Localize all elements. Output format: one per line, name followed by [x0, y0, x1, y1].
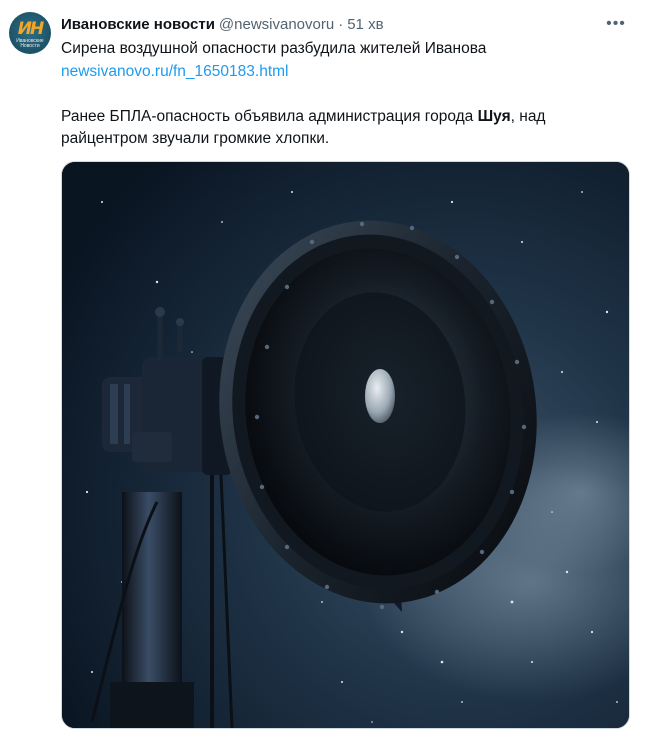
tweet[interactable]: ИН Ивановские Новости Ивановские новости… — [0, 0, 651, 740]
separator-dot: · — [338, 15, 344, 33]
avatar-logo: ИН — [17, 19, 44, 39]
more-options-icon[interactable]: ••• — [605, 13, 627, 35]
paragraph2-start: Ранее БПЛА-опасность объявила администра… — [61, 107, 478, 125]
city-name-bold: Шуя — [477, 107, 511, 125]
author-name[interactable]: Ивановские новости — [61, 16, 215, 33]
article-link[interactable]: newsivanovo.ru/fn_1650183.html — [61, 63, 288, 80]
author-handle[interactable]: @newsivanovoru — [219, 16, 334, 33]
avatar-logo-subtitle: Ивановские Новости — [16, 38, 44, 49]
tweet-text-paragraph2: Ранее БПЛА-опасность объявила администра… — [61, 106, 631, 151]
tweet-text: Сирена воздушной опасности разбудила жит… — [61, 38, 631, 151]
tweet-header: Ивановские новости @newsivanovoru · 51 х… — [61, 13, 384, 35]
avatar[interactable]: ИН Ивановские Новости — [9, 12, 51, 54]
tweet-timestamp[interactable]: 51 хв — [347, 16, 383, 33]
tweet-text-line1: Сирена воздушной опасности разбудила жит… — [61, 40, 487, 57]
siren-loudspeaker-image — [62, 162, 629, 728]
tweet-media-image[interactable] — [61, 161, 630, 729]
